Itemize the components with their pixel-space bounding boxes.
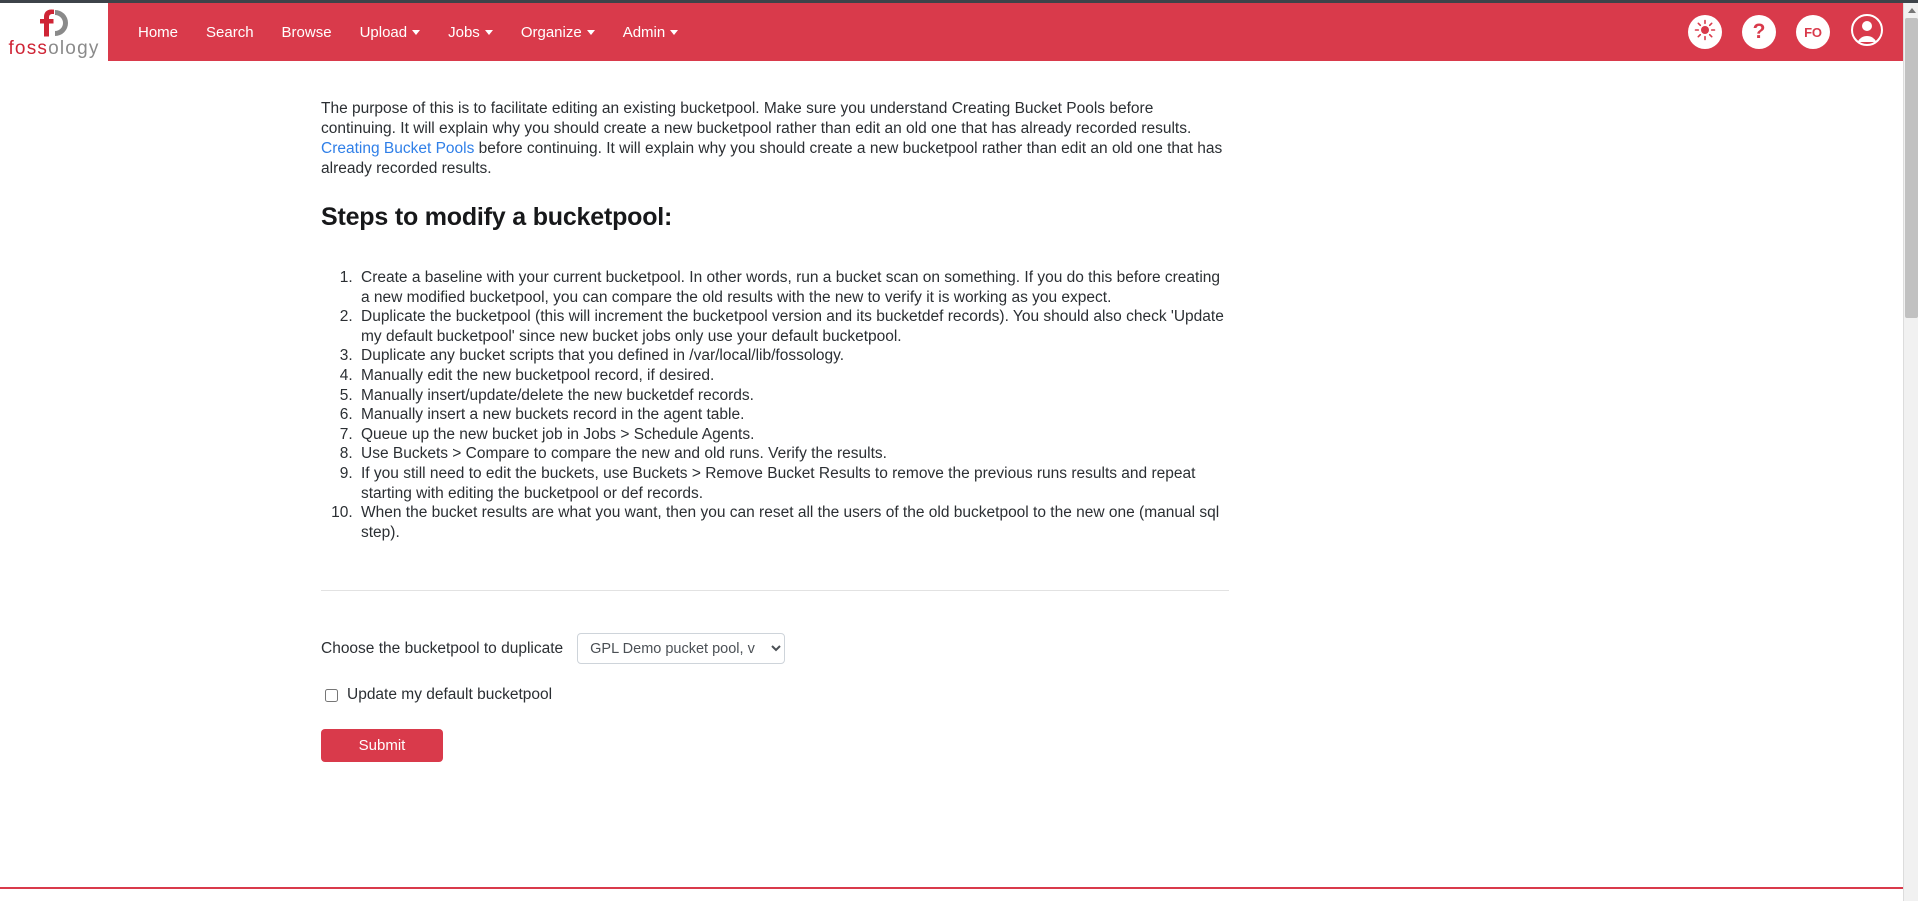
nav-links: Home Search Browse Upload Jobs Organize …	[124, 3, 692, 61]
duplicate-bucketpool-form: Choose the bucketpool to duplicate GPL D…	[321, 633, 1231, 763]
update-default-bucketpool-row: Update my default bucketpool	[325, 686, 1231, 704]
intro-paragraph: The purpose of this is to facilitate edi…	[321, 99, 1231, 179]
page-title: Steps to modify a bucketpool:	[321, 203, 673, 231]
list-item: If you still need to edit the buckets, u…	[357, 464, 1231, 503]
list-item: Queue up the new bucket job in Jobs > Sc…	[357, 425, 1231, 445]
nav-item-jobs-label: Jobs	[448, 23, 480, 41]
help-button[interactable]: ?	[1742, 15, 1776, 49]
update-default-bucketpool-checkbox[interactable]	[325, 688, 338, 702]
nav-item-home[interactable]: Home	[124, 16, 192, 49]
footer-strip	[0, 889, 1903, 901]
scrollbar-thumb[interactable]	[1905, 18, 1918, 318]
nav-item-home-label: Home	[138, 23, 179, 41]
chevron-up-icon	[1907, 8, 1916, 13]
page-scrollbar[interactable]	[1903, 3, 1918, 901]
list-item: Create a baseline with your current buck…	[357, 268, 1231, 307]
nav-item-browse[interactable]: Browse	[268, 16, 346, 49]
sun-brightness-icon	[1694, 19, 1716, 46]
creating-bucket-pools-link[interactable]: Creating Bucket Pools	[321, 140, 474, 157]
nav-item-admin-label: Admin	[622, 23, 666, 41]
section-divider	[321, 590, 1229, 592]
nav-item-browse-label: Browse	[281, 23, 332, 41]
brand-logo[interactable]: fossology	[0, 3, 108, 61]
bucketpool-select[interactable]: GPL Demo pucket pool, v 1	[577, 633, 786, 665]
nav-right-actions: ? FO	[1688, 13, 1918, 52]
brand-word-grey: ology	[48, 38, 100, 59]
page-body: The purpose of this is to facilitate edi…	[321, 61, 1231, 763]
user-avatar-icon	[1850, 13, 1884, 52]
main-content: The purpose of this is to facilitate edi…	[0, 61, 1903, 901]
list-item: Duplicate the bucketpool (this will incr…	[357, 307, 1231, 346]
list-item: When the bucket results are what you wan…	[357, 503, 1231, 542]
nav-item-upload[interactable]: Upload	[346, 16, 435, 49]
submit-button[interactable]: Submit	[321, 729, 443, 763]
nav-item-search[interactable]: Search	[192, 16, 268, 49]
list-item: Use Buckets > Compare to compare the new…	[357, 444, 1231, 464]
theme-toggle-button[interactable]	[1688, 15, 1722, 49]
nav-item-search-label: Search	[206, 23, 254, 41]
organization-badge-label: FO	[1804, 24, 1822, 40]
nav-item-organize[interactable]: Organize	[507, 16, 609, 49]
chevron-down-icon	[484, 29, 493, 35]
chevron-down-icon	[670, 29, 679, 35]
list-item: Manually insert a new buckets record in …	[357, 405, 1231, 425]
brand-word-red: foss	[8, 38, 49, 59]
list-item: Duplicate any bucket scripts that you de…	[357, 346, 1231, 366]
scroll-up-arrow[interactable]	[1904, 3, 1918, 18]
nav-item-upload-label: Upload	[359, 23, 408, 41]
list-item: Manually edit the new bucketpool record,…	[357, 366, 1231, 386]
chevron-down-icon	[412, 29, 421, 35]
bucketpool-select-label: Choose the bucketpool to duplicate	[321, 639, 564, 657]
update-default-bucketpool-label[interactable]: Update my default bucketpool	[347, 686, 552, 704]
brand-wordmark: fossology	[8, 39, 99, 58]
main-navbar: fossology Home Search Browse Upload Jobs…	[0, 3, 1918, 61]
user-menu-button[interactable]	[1850, 13, 1884, 52]
intro-text-part1: The purpose of this is to facilitate edi…	[321, 100, 1192, 137]
steps-list: Create a baseline with your current buck…	[321, 268, 1231, 542]
nav-item-jobs[interactable]: Jobs	[434, 16, 507, 49]
nav-item-admin[interactable]: Admin	[609, 16, 693, 49]
nav-item-organize-label: Organize	[520, 23, 582, 41]
list-item: Manually insert/update/delete the new bu…	[357, 386, 1231, 406]
question-mark-help-icon: ?	[1752, 19, 1766, 43]
bucketpool-select-row: Choose the bucketpool to duplicate GPL D…	[321, 633, 1231, 665]
chevron-down-icon	[586, 29, 595, 35]
organization-badge-button[interactable]: FO	[1796, 15, 1830, 49]
fossology-f-circle-logo	[32, 8, 76, 38]
